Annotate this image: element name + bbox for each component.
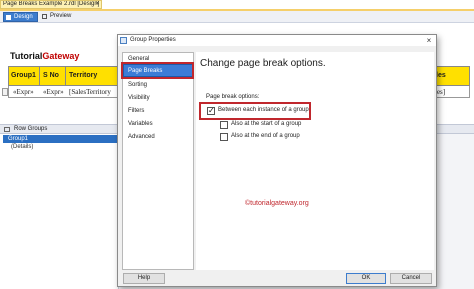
dialog-app-icon: [120, 37, 127, 44]
watermark-text: ©tutorialgateway.org: [245, 200, 309, 207]
report-logo: TutorialGateway: [10, 51, 79, 61]
header-cell-territory[interactable]: Territory: [66, 66, 118, 86]
header-cell-sales[interactable]: les: [432, 66, 470, 86]
header-cell-group1[interactable]: Group1: [8, 66, 40, 86]
start-of-group-label[interactable]: Also at the start of a group: [231, 121, 301, 127]
group-item-group1[interactable]: Group1: [3, 135, 119, 143]
document-tab[interactable]: Page Breaks Example 2.rdl [Design] ×: [0, 0, 102, 9]
preview-tab-button[interactable]: Preview: [40, 12, 72, 22]
row-groups-icon: [4, 127, 10, 132]
logo-text-1: Tutorial: [10, 51, 43, 61]
ok-button[interactable]: OK: [346, 273, 386, 284]
page-break-options-label: Page break options:: [206, 94, 260, 100]
data-cell-sno[interactable]: «Expr»: [40, 86, 66, 98]
nav-highlight-box: [121, 62, 194, 79]
logo-text-2: Gateway: [42, 51, 80, 61]
group-item-details[interactable]: (Details): [3, 143, 119, 151]
dialog-content-pane: [196, 52, 434, 270]
preview-label: Preview: [50, 13, 72, 19]
design-label: Design: [14, 14, 33, 20]
header-cell-sno[interactable]: S No: [40, 66, 66, 86]
data-cell-group1[interactable]: «Expr»: [10, 86, 40, 98]
nav-item-filters[interactable]: Filters: [124, 105, 192, 117]
dialog-title: Group Properties: [130, 37, 176, 43]
dialog-close-icon[interactable]: ×: [424, 35, 434, 46]
between-instances-label[interactable]: Between each instance of a group: [218, 107, 309, 113]
end-of-group-checkbox[interactable]: [220, 133, 228, 141]
row-groups-pane: [0, 134, 119, 289]
between-instances-checkbox[interactable]: [207, 106, 215, 115]
nav-item-advanced[interactable]: Advanced: [124, 131, 192, 143]
close-tab-icon[interactable]: ×: [95, 1, 99, 8]
data-cell-sales[interactable]: les]: [432, 86, 470, 98]
help-button[interactable]: Help: [123, 273, 165, 284]
page-heading: Change page break options.: [200, 58, 326, 69]
design-icon: [6, 15, 11, 20]
row-groups-title: Row Groups: [14, 126, 48, 132]
data-cell-territory[interactable]: [SalesTerritory: [66, 86, 118, 98]
design-tab-button[interactable]: Design: [3, 12, 38, 22]
nav-item-variables[interactable]: Variables: [124, 118, 192, 130]
nav-item-visibility[interactable]: Visibility: [124, 92, 192, 104]
start-of-group-checkbox[interactable]: [220, 121, 228, 129]
end-of-group-label[interactable]: Also at the end of a group: [231, 133, 300, 139]
document-tab-title: Page Breaks Example 2.rdl [Design]: [3, 1, 100, 7]
dialog-title-bar[interactable]: Group Properties: [118, 35, 436, 46]
cancel-button[interactable]: Cancel: [390, 273, 432, 284]
nav-item-sorting[interactable]: Sorting: [124, 79, 192, 91]
preview-icon: [42, 14, 47, 19]
